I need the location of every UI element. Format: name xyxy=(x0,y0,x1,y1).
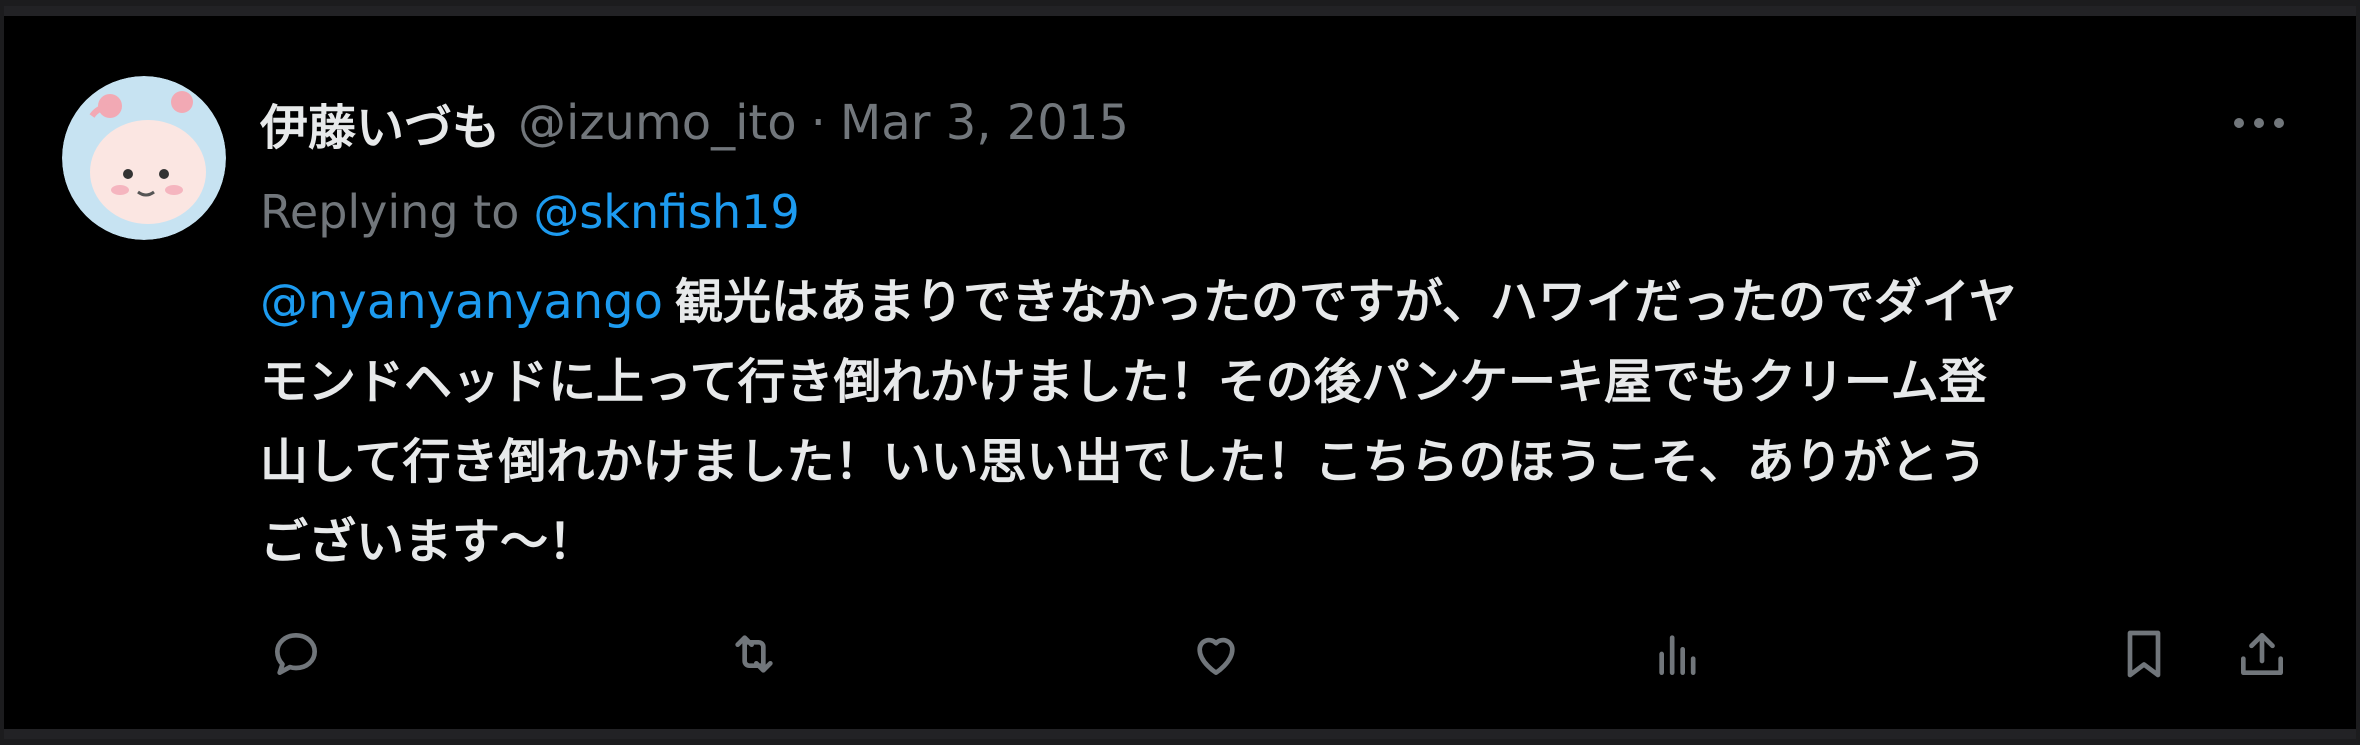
tweet[interactable]: 伊藤いづも @izumo_ito · Mar 3, 2015 Replying … xyxy=(4,16,2356,729)
body-mention[interactable]: @nyanyanyango xyxy=(260,274,663,330)
tweet-header: 伊藤いづも @izumo_ito · Mar 3, 2015 xyxy=(260,88,1129,158)
tweet-text-segment: 観光はあまりできなかったのですが、ハワイだったのでダイヤ xyxy=(674,274,2017,330)
retweet-button[interactable] xyxy=(714,614,794,694)
separator: · xyxy=(810,95,826,151)
action-bar xyxy=(4,614,2356,714)
retweet-icon xyxy=(735,635,773,673)
reply-button[interactable] xyxy=(256,614,336,694)
more-icon xyxy=(2234,118,2284,128)
display-name[interactable]: 伊藤いづも xyxy=(260,88,500,158)
avatar[interactable] xyxy=(62,76,226,240)
reply-to-mention[interactable]: @sknfish19 xyxy=(533,185,799,239)
tweet-text-line: @nyanyanyango 観光はあまりできなかったのですが、ハワイだったのでダイ… xyxy=(260,262,2270,342)
screenshot-frame: 伊藤いづも @izumo_ito · Mar 3, 2015 Replying … xyxy=(4,6,2356,739)
views-icon xyxy=(1659,635,1696,675)
share-icon xyxy=(2241,633,2283,675)
bookmark-icon xyxy=(2127,630,2161,678)
views-button[interactable] xyxy=(1638,614,1718,694)
user-handle[interactable]: @izumo_ito xyxy=(518,95,797,151)
more-options-button[interactable] xyxy=(2224,98,2294,148)
replying-to: Replying to @sknfish19 xyxy=(260,176,800,248)
heart-icon xyxy=(1197,637,1235,675)
like-button[interactable] xyxy=(1176,614,1256,694)
tweet-text: @nyanyanyango 観光はあまりできなかったのですが、ハワイだったのでダイ… xyxy=(260,262,2270,582)
tweet-date[interactable]: Mar 3, 2015 xyxy=(840,95,1129,151)
tweet-text-line: ございます〜！ xyxy=(260,514,597,570)
replying-to-label: Replying to xyxy=(260,185,520,239)
reply-icon xyxy=(275,633,317,675)
share-button[interactable] xyxy=(2222,614,2302,694)
tweet-text-line: モンドヘッドに上って行き倒れかけました！その後パンケーキ屋でもクリーム登 xyxy=(260,354,1987,410)
bookmark-button[interactable] xyxy=(2104,614,2184,694)
tweet-text-line: 山して行き倒れかけました！いい思い出でした！こちらのほうこそ、ありがとう xyxy=(260,434,1987,490)
